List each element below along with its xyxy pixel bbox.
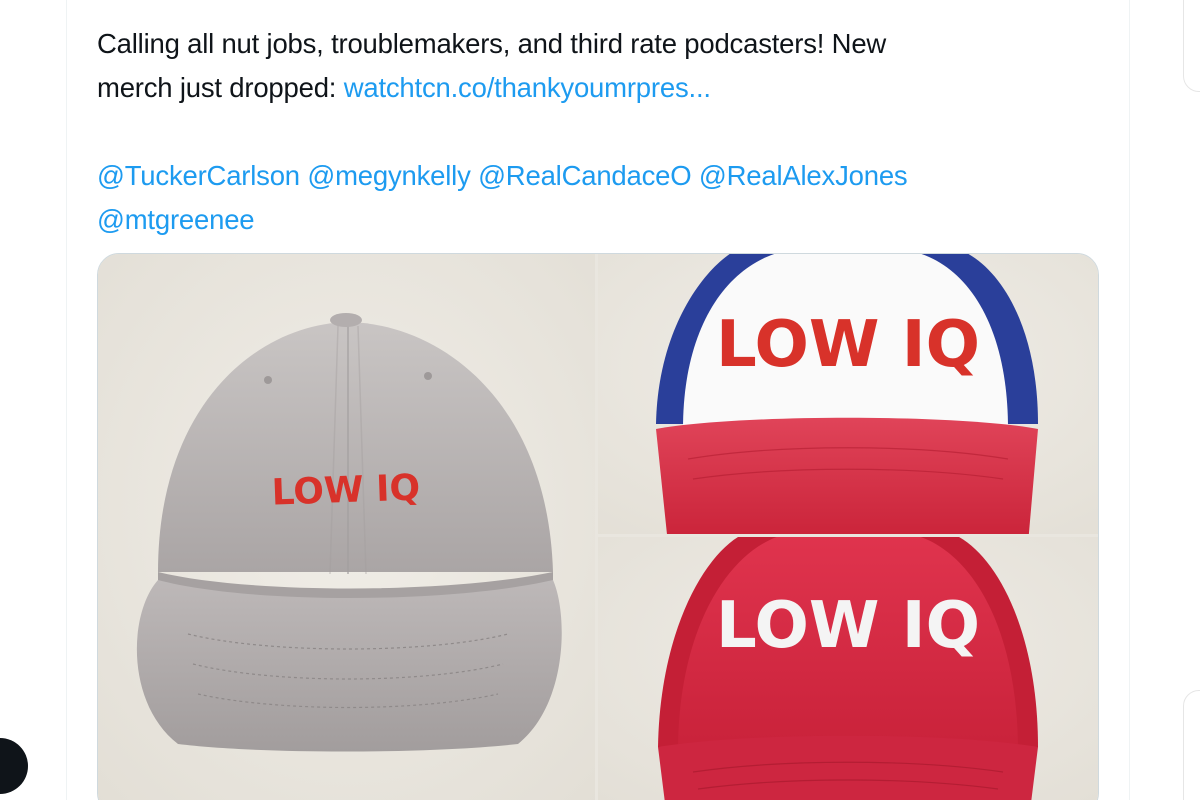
sidebar-card-top [1183,0,1200,92]
media-grid: LOW IQ LOW IQ LOW IQ [97,253,1099,800]
timeline-right-border [1129,0,1130,800]
mention-mtgreenee[interactable]: @mtgreenee [97,204,255,235]
mentions-line1: @TuckerCarlson @megynkelly @RealCandaceO… [97,154,1097,198]
sidebar-edge [1183,0,1200,800]
timeline-left-border [66,0,67,800]
tweet-body-part2: merch just dropped: [97,72,344,103]
tweet-body-part1: Calling all nut jobs, troublemakers, and… [97,28,887,59]
tweet-text-line2: merch just dropped: watchtcn.co/thankyou… [97,66,1097,110]
tweet-text-line1: Calling all nut jobs, troublemakers, and… [97,22,1097,66]
mention-realalexjones[interactable]: @RealAlexJones [699,160,908,191]
mention-megynkelly[interactable]: @megynkelly [307,160,470,191]
tweet-page: Calling all nut jobs, troublemakers, and… [0,0,1200,800]
media-image-grey-hat[interactable]: LOW IQ [98,254,595,800]
mention-tuckercarlson[interactable]: @TuckerCarlson [97,160,300,191]
mention-realcandaceo[interactable]: @RealCandaceO [478,160,692,191]
grey-hat-embroidery: LOW IQ [271,467,421,513]
sidebar-card-bottom [1183,690,1200,800]
tweet-text: Calling all nut jobs, troublemakers, and… [97,22,1097,242]
media-image-trucker-hat-white[interactable]: LOW IQ [598,254,1098,534]
merch-link[interactable]: watchtcn.co/thankyoumrpres... [344,72,711,103]
red-hat-embroidery: LOW IQ [716,589,980,663]
white-hat-embroidery: LOW IQ [716,308,980,382]
mentions-line2: @mtgreenee [97,198,1097,242]
account-avatar-button[interactable] [0,738,28,794]
media-image-trucker-hat-red[interactable]: LOW IQ [598,537,1098,800]
